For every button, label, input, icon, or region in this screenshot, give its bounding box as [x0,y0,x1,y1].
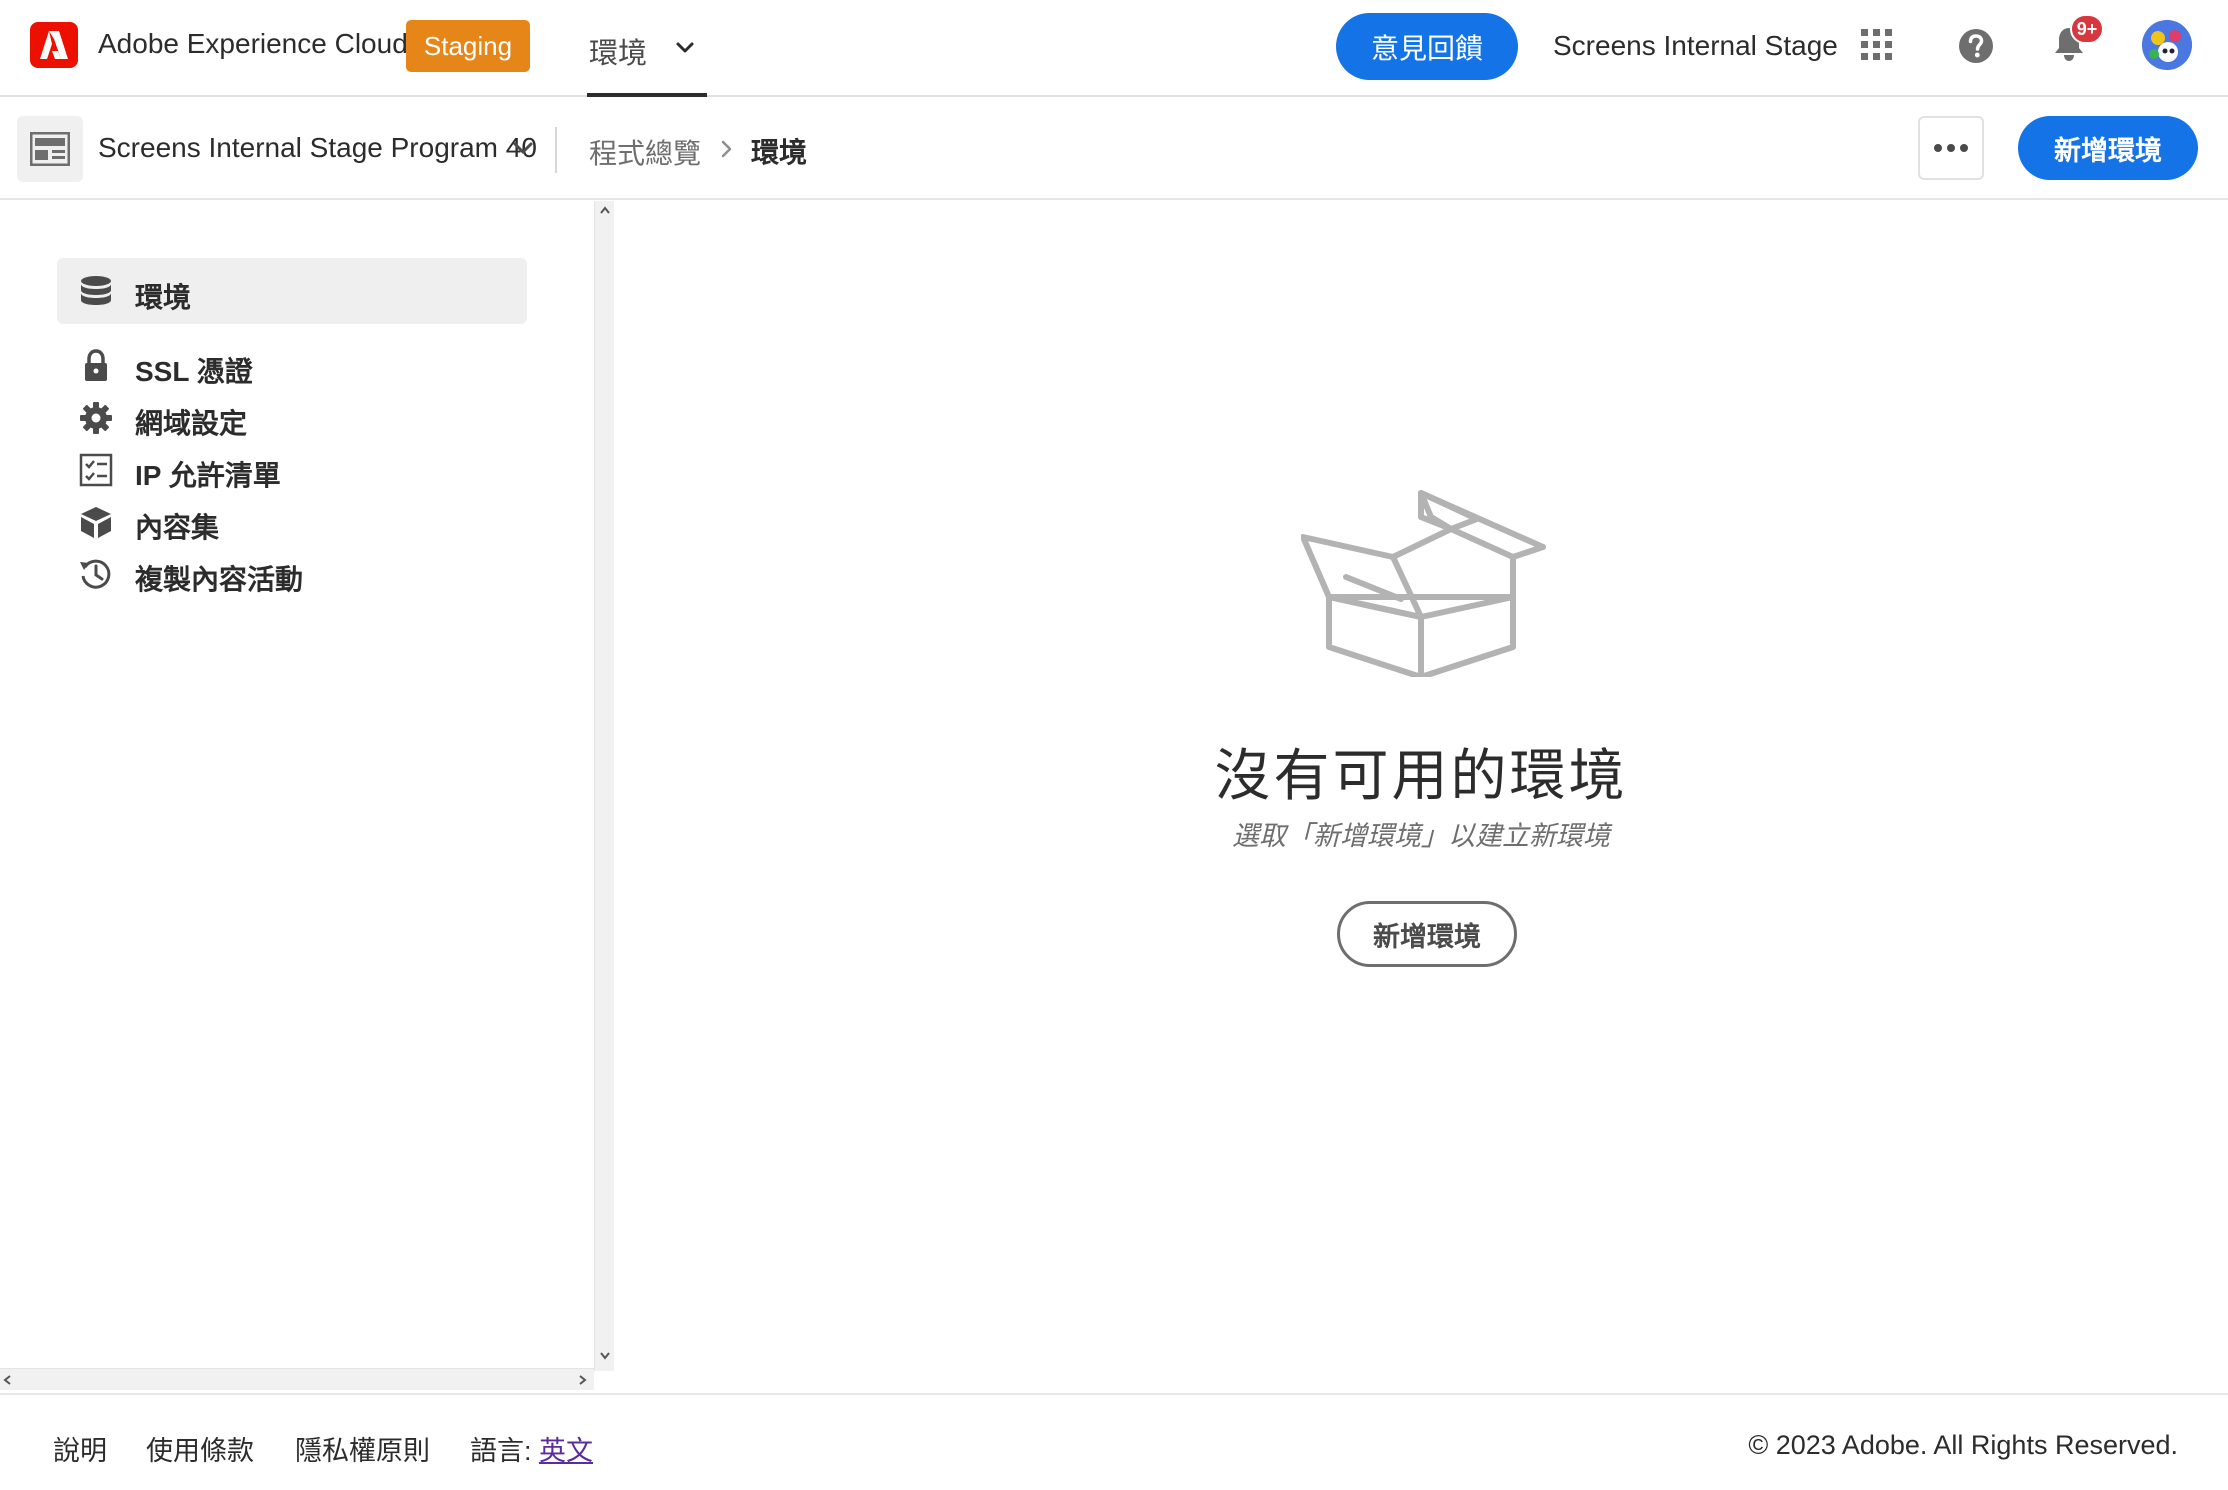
staging-badge: Staging [406,20,530,72]
lock-icon [85,349,107,381]
chevron-down-icon[interactable] [512,139,534,159]
sidebar: 環境 SSL 憑證 網域設定 IP 允許清單 內容集 複製內容活動 [0,201,594,1392]
org-switcher[interactable]: Screens Internal Stage [1553,30,1838,62]
global-header: Adobe Experience Cloud Staging 環境 意見回饋 S… [0,0,2228,97]
breadcrumb-program-overview[interactable]: 程式總覽 [589,132,701,172]
more-actions-button[interactable] [1918,116,1984,180]
divider [555,127,557,173]
history-icon [80,559,111,589]
adobe-logo-icon[interactable] [30,22,78,68]
footer-terms-link[interactable]: 使用條款 [146,1429,254,1468]
add-environment-empty-state-button[interactable]: 新增環境 [1337,901,1517,967]
more-icon [1934,144,1968,152]
empty-box-illustration [1301,490,1546,677]
empty-state-description: 選取「新增環境」以建立新環境 [1232,821,1610,851]
scroll-left-icon[interactable] [2,1374,12,1386]
gear-icon [80,402,112,434]
footer-privacy-link[interactable]: 隱私權原則 [295,1429,430,1468]
sidebar-vertical-scrollbar[interactable] [594,201,614,1371]
main-content: 沒有可用的環境 選取「新增環境」以建立新環境 新增環境 [614,201,2228,1393]
app-name[interactable]: Adobe Experience Cloud [98,28,408,60]
sidebar-item-environments[interactable]: 環境 [57,258,527,324]
copyright: © 2023 Adobe. All Rights Reserved. [1748,1430,2178,1460]
program-switcher[interactable]: Screens Internal Stage Program 40 [98,132,537,164]
checklist-icon [79,453,113,487]
chevron-right-icon [721,140,732,158]
boxes-icon [81,507,111,538]
feedback-button[interactable]: 意見回饋 [1336,13,1518,80]
notification-badge: 9+ [2070,14,2104,44]
scroll-up-icon[interactable] [599,205,611,215]
sidebar-horizontal-scrollbar[interactable] [0,1368,594,1390]
empty-state-title: 沒有可用的環境 [1214,744,1628,807]
footer-language-link[interactable]: 英文 [539,1436,593,1466]
chevron-down-icon [676,42,694,53]
scroll-down-icon[interactable] [599,1351,611,1361]
program-header: Screens Internal Stage Program 40 程式總覽 環… [0,99,2228,200]
apps-grid-icon[interactable] [1860,28,1894,62]
tab-environments[interactable]: 環境 [587,0,707,97]
footer-language: 語言: 英文 [470,1429,593,1468]
footer: 說明 使用條款 隱私權原則 語言: 英文 © 2023 Adobe. All R… [0,1393,2228,1490]
sidebar-item-label: 複製內容活動 [135,564,304,595]
avatar[interactable] [2142,20,2192,70]
program-icon [17,116,83,182]
breadcrumb-environments: 環境 [751,137,808,168]
sidebar-item-copy-content-activity[interactable]: 複製內容活動 [57,540,527,606]
scroll-right-icon[interactable] [578,1374,588,1386]
add-environment-button[interactable]: 新增環境 [2018,116,2198,180]
database-icon [81,276,111,305]
sidebar-item-label: 環境 [135,282,192,313]
footer-language-label: 語言: [470,1436,540,1466]
tab-environments-label: 環境 [589,38,648,70]
footer-help-link[interactable]: 說明 [53,1429,107,1468]
help-icon[interactable] [1958,28,1994,64]
